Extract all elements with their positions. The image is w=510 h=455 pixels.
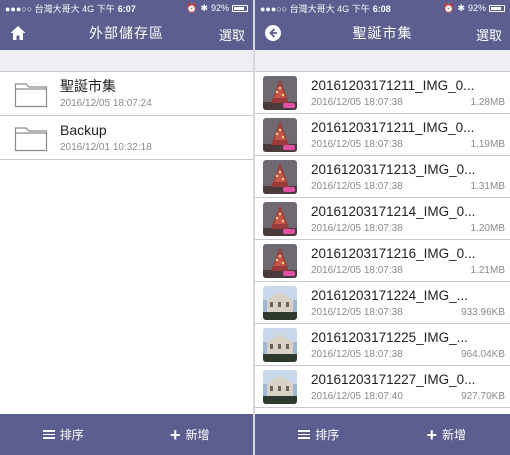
back-icon[interactable] [263,23,283,43]
file-size: 1.31MB [470,181,505,192]
file-date: 2016/12/05 18:07:38 [311,181,403,192]
file-row[interactable]: 20161203171225_IMG_... 2016/12/05 18:07:3… [255,324,510,366]
file-date: 2016/12/05 18:07:38 [311,139,403,150]
sort-button[interactable]: 排序 [0,426,127,443]
alarm-icon: ⏰ [443,2,455,13]
add-label: 新增 [185,428,210,442]
carrier-text: ●●●○○ 台灣大哥大 4G 下午 [5,3,115,14]
image-thumbnail [263,327,297,362]
carrier-text: ●●●○○ 台灣大哥大 4G 下午 [260,3,370,14]
image-thumbnail [263,159,297,194]
file-row[interactable]: 20161203171216_IMG_0... 2016/12/05 18:07:… [255,240,510,282]
select-button[interactable]: 選取 [476,25,502,44]
add-label: 新增 [442,428,467,442]
status-bar: ●●●○○ 台灣大哥大 4G 下午 6:07 ⏰ ✱ 92% [0,0,253,16]
folder-list: 聖誕市集 2016/12/05 18:07:24 Backup 2016/12/01 … [0,72,253,160]
image-thumbnail [263,285,297,320]
add-button[interactable]: + 新增 [383,426,510,444]
alarm-icon: ⏰ [186,2,198,13]
app-screens: ●●●○○ 台灣大哥大 4G 下午 6:07 ⏰ ✱ 92% 外部儲存區 選取 聖… [0,0,510,455]
folder-icon [14,82,48,107]
list-icon [298,428,311,441]
status-time: 6:07 [117,3,136,14]
list-icon [42,428,55,441]
file-name: 20161203171224_IMG_... [311,288,468,303]
bluetooth-icon: ✱ [457,2,465,13]
folder-icon [14,126,48,151]
file-name: 20161203171227_IMG_0... [311,372,476,387]
folder-screen: ●●●○○ 台灣大哥大 4G 下午 6:08 ⏰ ✱ 92% 聖誕市集 選取 20… [255,0,510,455]
home-icon[interactable] [8,23,28,43]
image-thumbnail [263,201,297,236]
image-thumbnail [263,117,297,152]
file-date: 2016/12/05 18:07:38 [311,97,403,108]
folder-row[interactable]: 聖誕市集 2016/12/05 18:07:24 [0,72,253,116]
file-size: 1.21MB [470,265,505,276]
file-size: 1.20MB [470,223,505,234]
nav-bar: 聖誕市集 選取 [255,16,510,50]
sub-header [0,50,253,72]
select-button[interactable]: 選取 [219,25,245,44]
file-name: 20161203171214_IMG_0... [311,204,476,219]
plus-icon: + [169,424,181,445]
file-date: 2016/12/05 18:07:40 [311,391,403,402]
folder-name: 聖誕市集 [60,78,116,94]
file-size: 927.70KB [461,391,505,402]
bluetooth-icon: ✱ [200,2,208,13]
add-button[interactable]: + 新增 [127,426,254,444]
file-name: 20161203171216_IMG_0... [311,246,476,261]
storage-screen: ●●●○○ 台灣大哥大 4G 下午 6:07 ⏰ ✱ 92% 外部儲存區 選取 聖… [0,0,253,455]
file-size: 933.96KB [461,307,505,318]
image-thumbnail [263,243,297,278]
bottom-toolbar: 排序 + 新增 [255,414,510,455]
page-title: 外部儲存區 [89,25,164,41]
file-row[interactable]: 20161203171213_IMG_0... 2016/12/05 18:07:… [255,156,510,198]
file-date: 2016/12/05 18:07:38 [311,223,403,234]
status-time: 6:08 [372,3,391,14]
image-thumbnail [263,369,297,404]
status-bar: ●●●○○ 台灣大哥大 4G 下午 6:08 ⏰ ✱ 92% [255,0,510,16]
battery-percent: 92% [210,3,229,13]
file-date: 2016/12/05 18:07:38 [311,265,403,276]
file-name: 20161203171225_IMG_... [311,330,468,345]
battery-icon [232,4,248,12]
nav-bar: 外部儲存區 選取 [0,16,253,50]
file-size: 964.04KB [461,349,505,360]
folder-date: 2016/12/05 18:07:24 [60,98,152,109]
plus-icon: + [426,424,437,445]
page-title: 聖誕市集 [352,25,413,41]
image-thumbnail [263,75,297,110]
folder-row[interactable]: Backup 2016/12/01 10:32:18 [0,116,253,160]
file-row[interactable]: 20161203171227_IMG_0... 2016/12/05 18:07:… [255,366,510,408]
sort-label: 排序 [315,428,340,442]
battery-icon [489,4,505,12]
file-row[interactable]: 20161203171214_IMG_0... 2016/12/05 18:07:… [255,198,510,240]
file-row[interactable]: 20161203171224_IMG_... 2016/12/05 18:07:3… [255,282,510,324]
file-row[interactable]: 20161203171211_IMG_0... 2016/12/05 18:07:… [255,72,510,114]
folder-date: 2016/12/01 10:32:18 [60,142,152,153]
file-name: 20161203171211_IMG_0... [311,120,475,135]
sort-button[interactable]: 排序 [255,426,383,443]
file-row[interactable]: 20161203171211_IMG_0... 2016/12/05 18:07:… [255,114,510,156]
file-name: 20161203171211_IMG_0... [311,78,475,93]
sort-label: 排序 [59,428,84,442]
file-size: 1.28MB [470,97,505,108]
sub-header [255,50,510,72]
battery-percent: 92% [467,3,486,13]
file-date: 2016/12/05 18:07:38 [311,349,403,360]
file-list: 20161203171211_IMG_0... 2016/12/05 18:07:… [255,72,510,408]
file-size: 1.19MB [470,139,505,150]
bottom-toolbar: 排序 + 新增 [0,414,253,455]
file-name: 20161203171213_IMG_0... [311,162,476,177]
file-date: 2016/12/05 18:07:38 [311,307,403,318]
folder-name: Backup [60,122,107,138]
